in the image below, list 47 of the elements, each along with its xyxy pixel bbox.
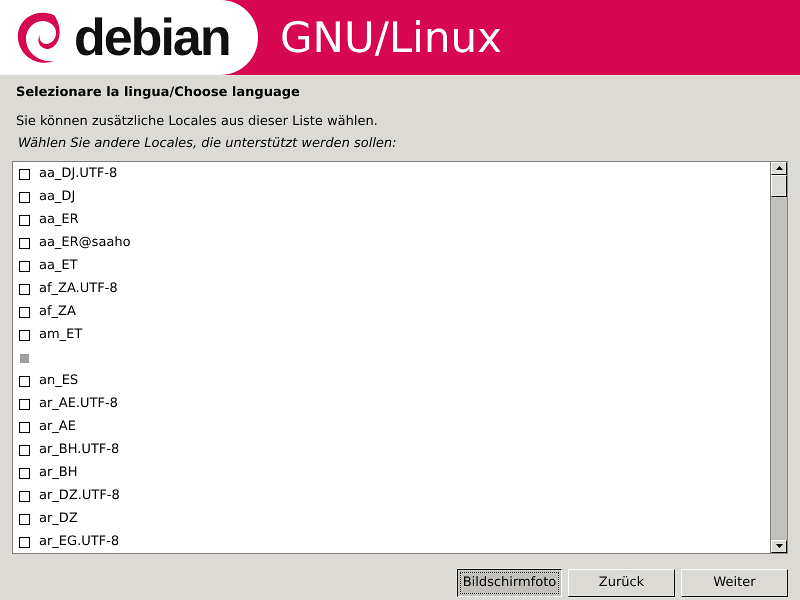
locale-label[interactable]: ar_BH (39, 463, 78, 483)
locale-label[interactable]: ar_BH.UTF-8 (39, 440, 120, 460)
locale-label[interactable]: aa_ER (39, 210, 79, 230)
banner-title: GNU/Linux (280, 16, 502, 58)
description-text: Sie können zusätzliche Locales aus dieser Liste wählen. (16, 112, 379, 130)
checkbox[interactable] (19, 376, 30, 386)
checkbox[interactable] (19, 422, 30, 432)
down-arrow-icon (776, 544, 782, 548)
dialog-button[interactable]: Weiter (681, 568, 788, 596)
locale-label[interactable]: ar_AE (39, 417, 76, 437)
dialog-button[interactable]: Zurück (568, 568, 675, 596)
locale-label[interactable]: af_ZA.UTF-8 (39, 279, 118, 299)
checkbox[interactable] (19, 468, 30, 478)
locale-label[interactable]: ar_DZ.UTF-8 (39, 486, 120, 506)
locale-label[interactable]: an_ES (39, 371, 78, 391)
checkbox[interactable] (19, 192, 30, 202)
locale-label[interactable]: ar_AE.UTF-8 (39, 394, 118, 414)
dialog-button[interactable]: Bildschirmfoto (457, 568, 562, 596)
checkbox[interactable] (19, 330, 30, 340)
scroll-up-button[interactable] (771, 162, 787, 174)
checkbox[interactable] (19, 490, 30, 502)
locale-label[interactable]: ar_DZ (39, 509, 78, 529)
locale-label[interactable]: aa_ER@saaho (39, 233, 131, 253)
locale-label[interactable]: aa_ET (39, 256, 78, 276)
checkbox[interactable] (19, 260, 30, 272)
checkbox[interactable] (19, 444, 30, 456)
locale-label[interactable]: am_ET (39, 325, 82, 345)
checkbox[interactable] (19, 168, 30, 180)
logo-text: debian (74, 12, 230, 64)
checkbox[interactable] (19, 536, 30, 548)
checkbox[interactable] (19, 514, 30, 524)
checkbox[interactable] (19, 398, 30, 410)
scroll-down-button[interactable] (771, 540, 787, 552)
checkbox[interactable] (19, 214, 30, 226)
prompt-text: Wählen Sie andere Locales, die unterstützt werden sollen: (18, 135, 398, 153)
checkbox[interactable] (19, 306, 30, 318)
scroll-thumb[interactable] (771, 174, 787, 196)
locale-label[interactable]: aa_DJ (39, 187, 76, 207)
empty-checkbox-icon[interactable] (20, 354, 29, 362)
page-heading: Selezionare la lingua/Choose language (16, 84, 301, 102)
scrollbar[interactable] (770, 162, 787, 552)
locale-label[interactable]: aa_DJ.UTF-8 (39, 164, 118, 184)
locale-label[interactable]: ar_EG.UTF-8 (39, 532, 120, 552)
checkbox[interactable] (19, 238, 30, 248)
locale-label[interactable]: af_ZA (39, 302, 76, 322)
up-arrow-icon (776, 166, 782, 170)
checkbox[interactable] (19, 284, 30, 294)
